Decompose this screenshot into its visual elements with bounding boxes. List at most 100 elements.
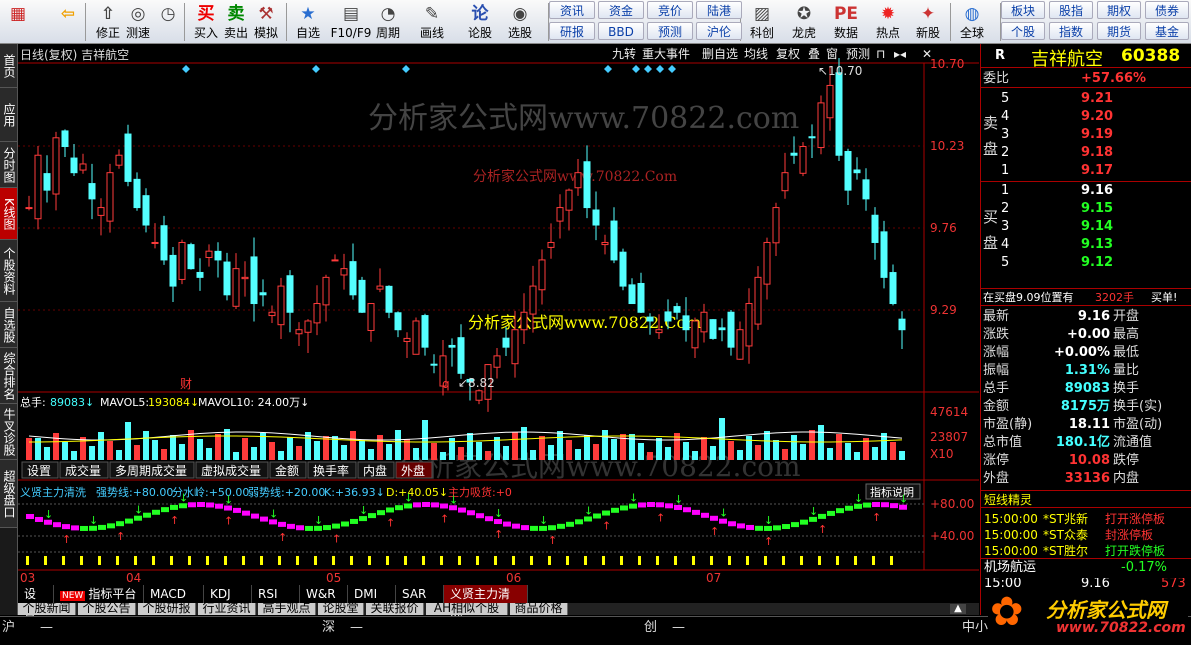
toolbar-pe-button[interactable]: PE 数据 <box>830 1 862 43</box>
sector-row[interactable]: 机场航运 -0.17% <box>981 558 1191 576</box>
indicator-tab[interactable]: RSI <box>252 585 300 603</box>
toolbar-hammer-button[interactable]: ⚒ 模拟 <box>250 1 282 43</box>
volume-tab-label: 内盘 <box>363 463 387 478</box>
toolbar-sell-button[interactable]: 卖卖出 <box>220 1 252 43</box>
volume-bar <box>692 451 698 460</box>
globe-icon: ◍ <box>964 4 980 24</box>
left-tab-8[interactable]: 超级盘口 <box>0 460 17 528</box>
news-tab[interactable]: 个股新闻 <box>18 603 76 615</box>
toolbar-link[interactable]: 陆港 <box>696 1 742 19</box>
left-tab-5[interactable]: 自选股 <box>0 302 17 348</box>
left-tab-7[interactable]: 牛叉诊股 <box>0 404 17 460</box>
toolbar-new-button[interactable]: ✦ 新股 <box>912 1 944 43</box>
status-cy: 创 <box>644 620 658 635</box>
toolbar-link[interactable]: 债券 <box>1145 1 1189 19</box>
toolbar-link[interactable]: 资金 <box>598 1 644 19</box>
toolbar-buy-button[interactable]: 买买入 <box>190 1 222 43</box>
buy-level: 3 9.14 <box>981 218 1191 236</box>
indicator-tab[interactable]: DMI <box>348 585 396 603</box>
toolbar-link[interactable]: 研报 <box>549 22 595 40</box>
indicator-tab[interactable]: 义贤主力清洗 <box>444 585 528 619</box>
indicator-tab[interactable]: NEW 指标平台 <box>54 585 144 603</box>
indicator-tab[interactable]: MACD <box>144 585 204 603</box>
indicator-tab[interactable]: W&R <box>300 585 348 603</box>
chart-menu-item[interactable]: 叠 <box>808 46 820 62</box>
toolbar-link[interactable]: 资讯 <box>549 1 595 19</box>
toolbar-chat-button[interactable]: 论论股 <box>464 1 496 43</box>
chart-menu-item[interactable]: 重大事件 <box>642 46 690 62</box>
close-icon[interactable]: ✕ <box>922 46 932 62</box>
chart-menu-item[interactable]: 删自选 <box>702 46 738 62</box>
toolbar-globe-button[interactable]: ◍ 全球 <box>956 1 988 43</box>
toolbar-link[interactable]: 基金 <box>1145 22 1189 40</box>
kline-chart[interactable]: 分析家公式网www.70822.com分析家公式网www.70822.Com分析… <box>18 44 979 584</box>
left-tab-0[interactable]: 首页 <box>0 44 17 88</box>
indicator-tab[interactable]: SAR <box>396 585 444 603</box>
toolbar-f10-button[interactable]: ▤ F10/F9 <box>330 1 372 43</box>
logo-url: www.70822.com <box>1056 620 1186 636</box>
chart-menu-item[interactable]: 九转 <box>612 46 636 62</box>
toolbar-chart-button[interactable]: ▨ 科创 <box>746 1 778 43</box>
left-tab-3[interactable]: K线图 <box>0 188 17 240</box>
toolbar-select-button[interactable]: ◉ 选股 <box>504 1 536 43</box>
news-tab[interactable]: 高手观点 <box>258 603 316 615</box>
toolbar-link[interactable]: 预测 <box>647 22 693 40</box>
volume-bar <box>143 431 149 460</box>
accumulation-bar <box>836 556 839 565</box>
toolbar-link[interactable]: 指数 <box>1049 22 1093 40</box>
news-tab[interactable]: AH相似个股 <box>426 603 508 615</box>
toolbar-link[interactable]: BBD <box>598 22 644 40</box>
news-tab[interactable]: 个股公告 <box>78 603 136 615</box>
volume-bar <box>755 445 761 460</box>
news-tab[interactable]: 论股堂 <box>318 603 364 615</box>
collapse-icon[interactable]: ▸◂ <box>894 46 906 62</box>
toolbar-link[interactable]: 板块 <box>1001 1 1045 19</box>
toolbar-link[interactable]: 期货 <box>1097 22 1141 40</box>
left-tab-2[interactable]: 分时图 <box>0 142 17 188</box>
indicator-tab-label: DMI <box>354 587 378 601</box>
news-tab[interactable]: 关联报价 <box>366 603 424 615</box>
chart-menu-item[interactable]: 均线 <box>744 46 768 62</box>
toolbar-back-arrow-button[interactable]: ⇦ <box>52 1 84 43</box>
toolbar-grid-button[interactable]: ▦ <box>2 1 34 43</box>
toolbar-bulb-button[interactable]: ◎ 测速 <box>122 1 154 43</box>
toolbar-link[interactable]: 股指 <box>1049 1 1093 19</box>
indicator-block <box>422 502 430 508</box>
indicator-tab[interactable]: 设置 <box>18 585 54 619</box>
news-tab[interactable]: 行业资讯 <box>198 603 256 615</box>
volume-bar <box>341 445 347 460</box>
toolbar-link[interactable]: 个股 <box>1001 22 1045 40</box>
lock-icon[interactable]: ⊓ <box>876 46 885 62</box>
candle-body <box>169 254 177 287</box>
indicator-tab[interactable]: KDJ <box>204 585 252 603</box>
left-tab-6[interactable]: 综合排名 <box>0 348 17 404</box>
chart-menu-item[interactable]: 预测 <box>846 46 870 62</box>
accumulation-bar <box>476 556 479 565</box>
toolbar-link[interactable]: 竞价 <box>647 1 693 19</box>
candle-body <box>601 241 609 246</box>
down-arrow-icon: ↓ <box>539 514 548 527</box>
volume-bar <box>638 443 644 460</box>
candle-body <box>97 207 105 216</box>
status-zx[interactable]: 中小 <box>962 619 988 637</box>
expand-up-icon[interactable]: ▲ <box>950 604 966 614</box>
chart-menu-item[interactable]: 复权 <box>776 46 800 62</box>
jingling-header[interactable]: 短线精灵 <box>981 490 1191 508</box>
left-tab-4[interactable]: 个股资料 <box>0 240 17 302</box>
indicator-block <box>125 518 133 524</box>
stat-row: 涨跌 +0.00 最高 <box>981 326 1191 344</box>
left-tab-1[interactable]: 应用 <box>0 88 17 142</box>
toolbar-pen-button[interactable]: ✎ 画线 <box>416 1 448 43</box>
up-arrow-icon: ↑ <box>764 535 773 548</box>
toolbar-clock-button[interactable]: ◷ <box>152 1 184 43</box>
toolbar-star-button[interactable]: ★ 自选 <box>292 1 324 43</box>
toolbar-cycle-button[interactable]: ◔ 周期 <box>372 1 404 43</box>
toolbar-up-arrow-button[interactable]: ⇧ 修正 <box>92 1 124 43</box>
chart-menu-item[interactable]: 窗 <box>826 46 838 62</box>
news-tab[interactable]: 商品价格 <box>510 603 568 615</box>
toolbar-tiger-button[interactable]: ✪ 龙虎 <box>788 1 820 43</box>
toolbar-hot-button[interactable]: ✹ 热点 <box>872 1 904 43</box>
toolbar-link[interactable]: 期权 <box>1097 1 1141 19</box>
news-tab[interactable]: 个股研报 <box>138 603 196 615</box>
toolbar-link[interactable]: 沪伦 <box>696 22 742 40</box>
